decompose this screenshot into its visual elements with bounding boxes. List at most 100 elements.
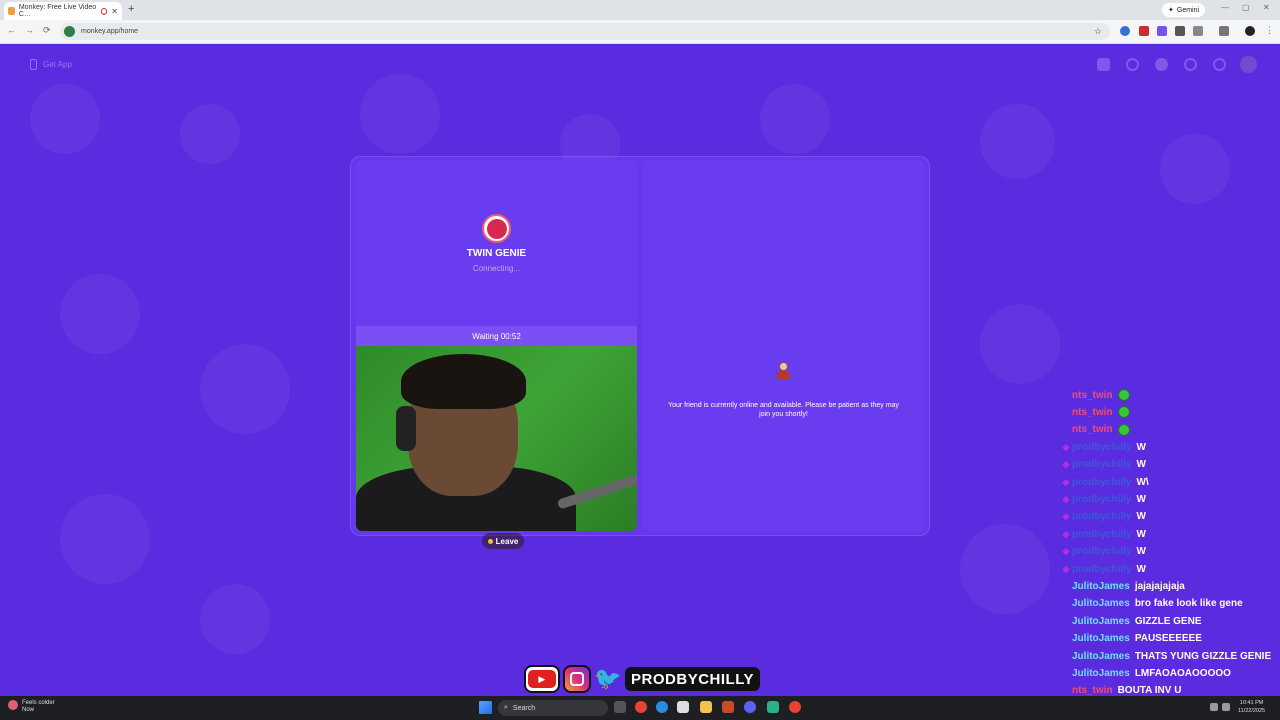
side-panel-icon[interactable] — [1219, 26, 1229, 36]
chat-username: prodbychilly — [1072, 493, 1132, 505]
chat-username: nts_twin — [1072, 424, 1113, 436]
sub-badge-icon: ◆ — [1062, 546, 1070, 557]
extension-red-icon[interactable] — [1139, 26, 1149, 36]
chat-message: ◆ prodbychilly W — [1060, 440, 1146, 454]
close-window-icon[interactable]: ✕ — [1263, 3, 1270, 12]
close-tab-icon[interactable]: ✕ — [111, 7, 118, 16]
chat-text: LMFAOAOAOOOOO — [1134, 667, 1231, 679]
network-icon[interactable] — [1210, 703, 1218, 711]
chat-text: GIZZLE GENE — [1134, 615, 1202, 627]
get-app-link[interactable]: Get App — [30, 59, 72, 70]
history-icon[interactable] — [1184, 58, 1197, 71]
chat-message: nts_twin — [1060, 388, 1130, 402]
background-blob — [200, 584, 270, 654]
store-icon[interactable] — [677, 701, 689, 713]
chat-username: JulitoJames — [1072, 598, 1130, 610]
sub-badge-icon: ◆ — [1062, 441, 1070, 452]
monkey-favicon-icon — [8, 7, 15, 15]
gemini-label: Gemini — [1176, 6, 1200, 14]
leave-icon — [487, 538, 493, 544]
url-field[interactable]: monkey.app/home ☆ — [60, 23, 1110, 40]
chat-username: prodbychilly — [1072, 441, 1132, 453]
chat-username: prodbychilly — [1072, 563, 1132, 575]
youtube-icon: ▶ — [524, 665, 560, 693]
chat-text: W — [1136, 493, 1146, 505]
discord-icon[interactable] — [744, 701, 756, 713]
chat-message: ◆ prodbychilly W — [1060, 458, 1146, 472]
chat-text: W — [1136, 546, 1146, 558]
chat-bubble-icon[interactable] — [1213, 58, 1226, 71]
chat-message: JulitoJames THATS YUNG GIZZLE GENIE — [1060, 649, 1271, 663]
chat-message: JulitoJames GIZZLE GENE — [1060, 614, 1201, 628]
chat-message: ◆ prodbychilly W — [1060, 527, 1146, 541]
chat-username: nts_twin — [1072, 406, 1113, 418]
self-camera-video — [356, 346, 637, 531]
chat-username: JulitoJames — [1072, 633, 1130, 645]
coin-icon[interactable] — [1155, 58, 1168, 71]
green-emote-icon — [1117, 423, 1130, 436]
extensions-puzzle-icon[interactable] — [1193, 26, 1203, 36]
chat-message: JulitoJames jajajajajaja — [1060, 579, 1185, 593]
chat-username: prodbychilly — [1072, 546, 1132, 558]
site-info-icon[interactable] — [64, 26, 75, 37]
green-emote-icon — [1117, 406, 1130, 419]
waiting-timer: Waiting 00:52 — [356, 326, 637, 346]
windows-start-icon[interactable] — [479, 701, 492, 714]
peer-panel — [356, 160, 637, 327]
chat-text: bro fake look like gene — [1134, 598, 1243, 610]
maximize-icon[interactable]: ▢ — [1242, 3, 1250, 12]
shop-icon[interactable] — [1097, 58, 1110, 71]
reload-icon[interactable]: ⟳ — [43, 25, 51, 36]
background-blob — [60, 274, 140, 354]
chat-text: W — [1136, 459, 1146, 471]
extension-translate-icon[interactable] — [1120, 26, 1130, 36]
menu-dots-icon[interactable]: ⋮ — [1265, 25, 1274, 36]
chrome-profile-icon[interactable] — [789, 701, 801, 713]
chat-text: W\ — [1136, 476, 1149, 488]
user-avatar[interactable] — [1240, 56, 1257, 73]
friend-waiting-message: Your friend is currently online and avai… — [668, 402, 899, 418]
sub-badge-icon: ◆ — [1062, 563, 1070, 574]
chat-username: prodbychilly — [1072, 511, 1132, 523]
edge-icon[interactable] — [656, 701, 668, 713]
profile-avatar-icon[interactable] — [1245, 26, 1255, 36]
background-blob — [360, 74, 440, 154]
chat-text: W — [1136, 511, 1146, 523]
social-banner: ▶ 🐦 PRODBYCHILLY — [524, 664, 761, 694]
address-bar-row: ← → ⟳ monkey.app/home ☆ ⋮ — [0, 20, 1280, 44]
extension-purple-icon[interactable] — [1157, 26, 1167, 36]
chat-text: W — [1136, 563, 1146, 575]
app-green-icon[interactable] — [767, 701, 779, 713]
phone-icon — [30, 59, 37, 70]
weather-widget[interactable]: Feels colder Now — [8, 700, 55, 714]
friend-character-icon — [776, 362, 791, 380]
bookmark-star-icon[interactable]: ☆ — [1094, 26, 1102, 37]
forward-icon[interactable]: → — [25, 25, 34, 35]
chrome-icon[interactable] — [635, 701, 647, 713]
system-clock[interactable]: 10:41 PM 11/22/2025 — [1238, 700, 1265, 715]
chat-text: THATS YUNG GIZZLE GENIE — [1134, 650, 1272, 662]
leave-button[interactable]: Leave — [482, 533, 524, 549]
search-icon[interactable] — [1126, 58, 1139, 71]
url-text: monkey.app/home — [81, 28, 139, 35]
extension-shield-icon[interactable] — [1175, 26, 1185, 36]
chat-username: prodbychilly — [1072, 459, 1132, 471]
task-view-icon[interactable] — [614, 701, 626, 713]
new-tab-button[interactable]: + — [128, 3, 134, 15]
chat-username: nts_twin — [1072, 389, 1113, 401]
back-icon[interactable]: ← — [7, 25, 16, 35]
background-blob — [960, 524, 1050, 614]
browser-tab[interactable]: Monkey: Free Live Video C… ✕ — [4, 2, 122, 20]
get-app-label: Get App — [43, 60, 72, 69]
social-handle: PRODBYCHILLY — [625, 667, 761, 691]
volume-icon[interactable] — [1222, 703, 1230, 711]
app-icon[interactable] — [722, 701, 734, 713]
peer-name: TWIN GENIE — [466, 248, 527, 259]
file-explorer-icon[interactable] — [700, 701, 712, 713]
minimize-icon[interactable]: — — [1221, 3, 1229, 12]
gemini-button[interactable]: ✦ Gemini — [1162, 3, 1206, 17]
weather-title: Feels colder — [22, 700, 55, 706]
instagram-icon — [562, 665, 592, 693]
taskbar-search[interactable]: ⌕ Search — [498, 700, 608, 716]
chat-message: nts_twin — [1060, 405, 1130, 419]
